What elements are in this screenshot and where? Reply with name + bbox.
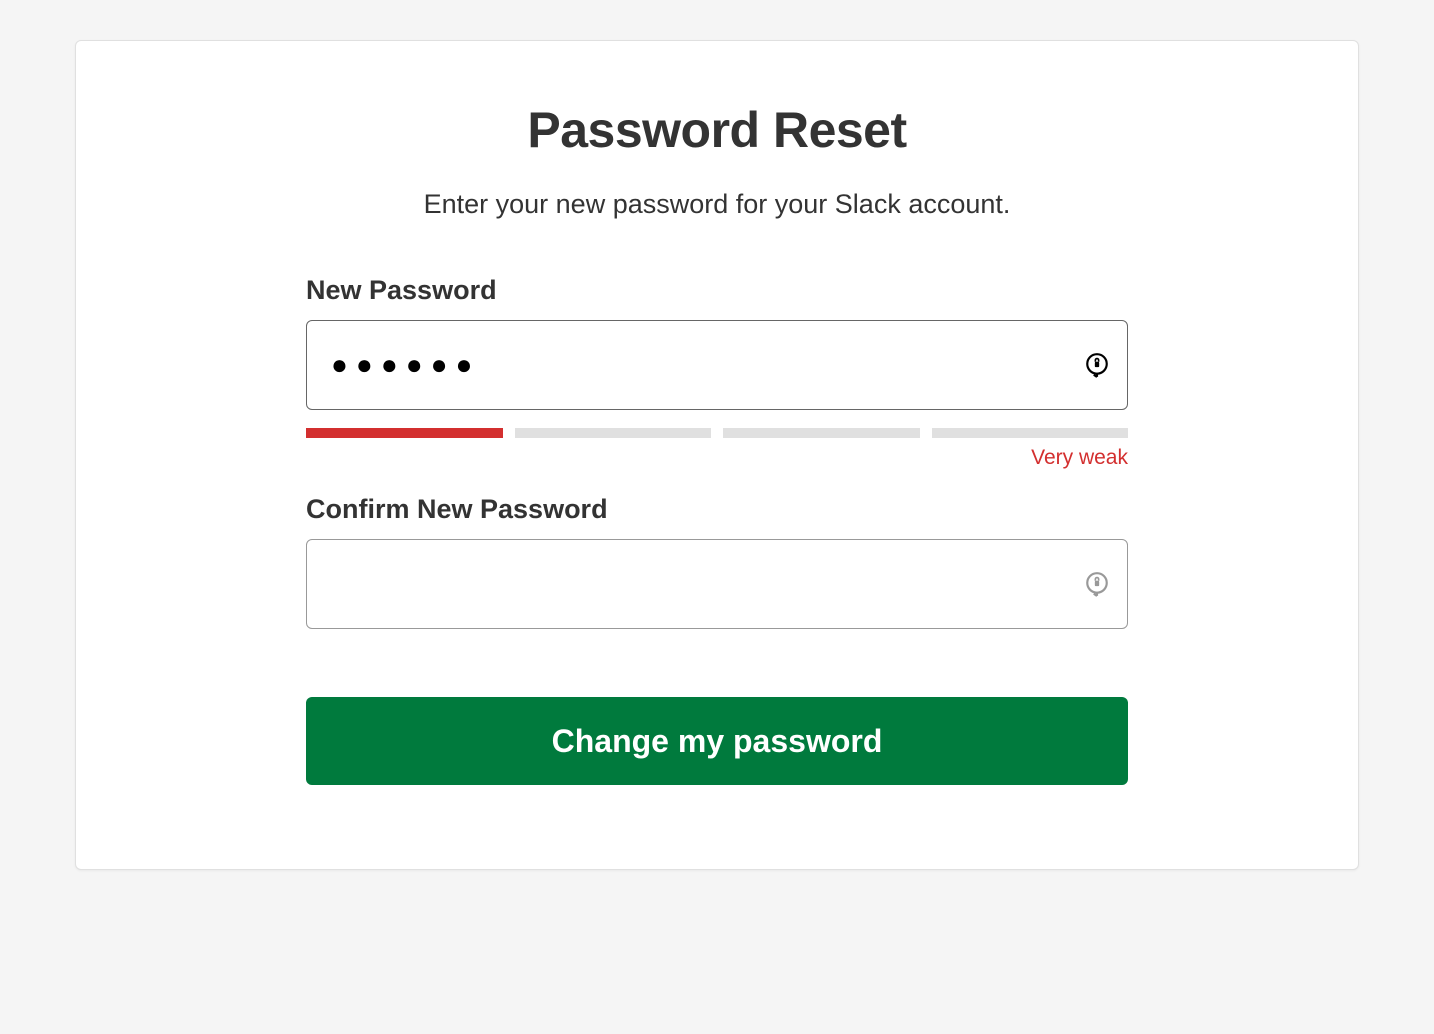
strength-segment <box>515 428 712 438</box>
new-password-wrapper <box>306 320 1128 410</box>
password-manager-icon[interactable] <box>1084 352 1110 378</box>
strength-segment <box>932 428 1129 438</box>
new-password-label: New Password <box>306 275 1128 306</box>
confirm-password-wrapper <box>306 539 1128 629</box>
confirm-password-label: Confirm New Password <box>306 494 1128 525</box>
password-reset-card: Password Reset Enter your new password f… <box>75 40 1359 870</box>
password-strength-label: Very weak <box>306 446 1128 470</box>
change-password-button[interactable]: Change my password <box>306 697 1128 785</box>
strength-segment <box>306 428 503 438</box>
page-title: Password Reset <box>306 101 1128 159</box>
confirm-password-input[interactable] <box>306 539 1128 629</box>
page-subtitle: Enter your new password for your Slack a… <box>306 189 1128 220</box>
strength-segment <box>723 428 920 438</box>
new-password-input[interactable] <box>306 320 1128 410</box>
password-strength-meter <box>306 428 1128 438</box>
password-manager-icon[interactable] <box>1084 571 1110 597</box>
